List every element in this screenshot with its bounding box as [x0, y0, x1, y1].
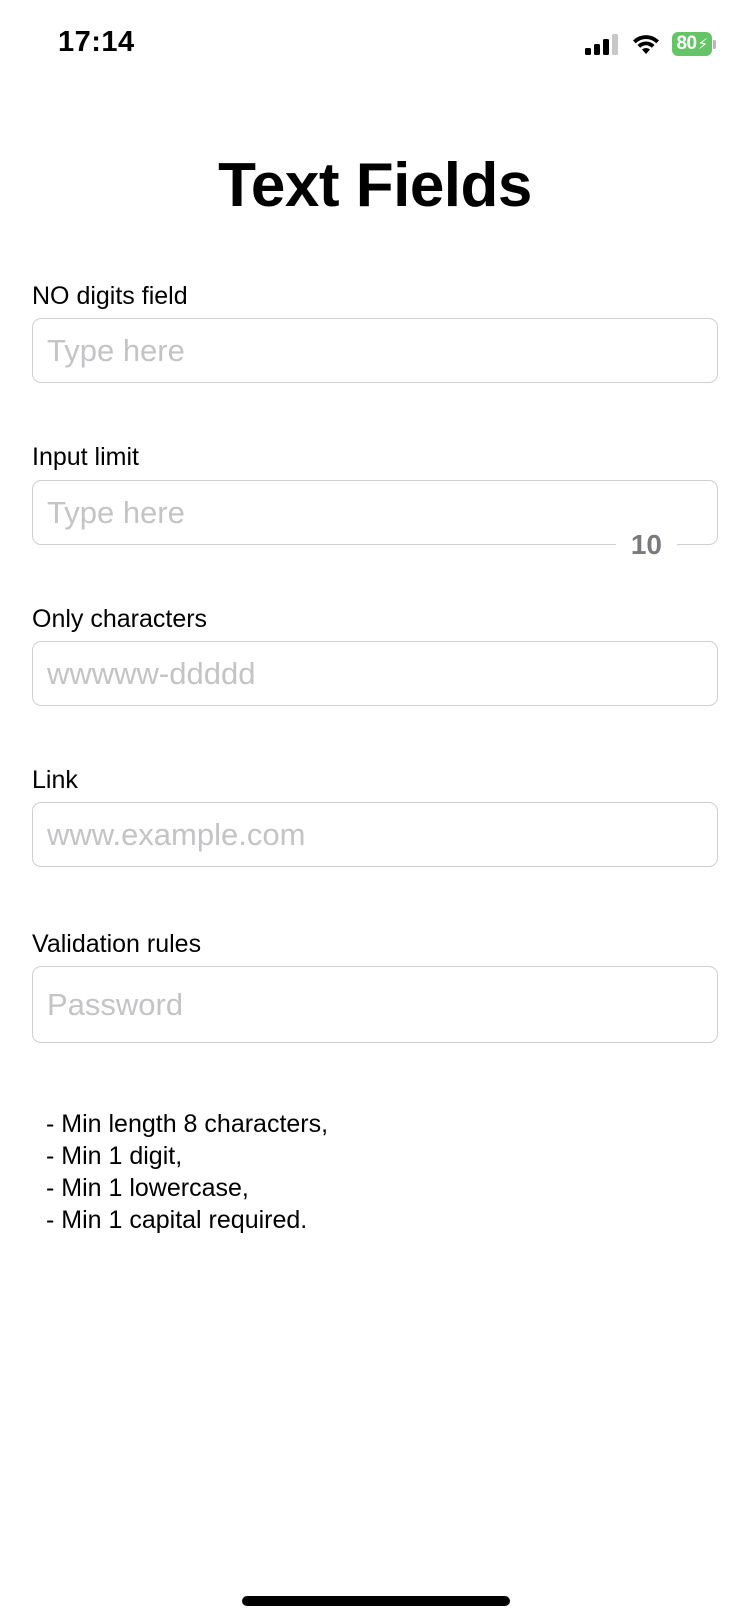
- input-limit-field[interactable]: 10: [32, 480, 718, 560]
- charging-bolt-icon: ⚡: [697, 36, 709, 53]
- password-input[interactable]: [33, 967, 717, 1042]
- rule-min-digit: - Min 1 digit,: [46, 1142, 183, 1170]
- input-limit-input[interactable]: [33, 481, 717, 544]
- status-bar: 17:14 80 ⚡: [0, 0, 750, 92]
- signal-icon: [585, 34, 618, 55]
- no-digits-field[interactable]: [32, 318, 718, 383]
- validation-rules-label: Validation rules: [32, 930, 202, 958]
- only-characters-label: Only characters: [32, 605, 208, 633]
- battery-cap: [713, 39, 716, 49]
- only-characters-field[interactable]: [32, 641, 718, 706]
- only-characters-input[interactable]: [33, 642, 717, 705]
- rule-min-lowercase: - Min 1 lowercase,: [46, 1174, 249, 1202]
- page-title: Text Fields: [218, 151, 532, 220]
- battery-icon: 80 ⚡: [672, 32, 716, 56]
- link-label: Link: [32, 766, 78, 794]
- rule-min-capital: - Min 1 capital required.: [46, 1206, 308, 1234]
- battery-level: 80 ⚡: [672, 32, 713, 56]
- status-icons: 80 ⚡: [584, 30, 716, 58]
- home-indicator[interactable]: [242, 1596, 510, 1606]
- no-digits-label: NO digits field: [32, 282, 188, 310]
- validation-rules-list: - Min length 8 characters, - Min 1 digit…: [46, 1108, 328, 1236]
- link-input[interactable]: [33, 803, 717, 866]
- battery-percent: 80: [676, 33, 697, 54]
- wifi-icon: [633, 35, 659, 54]
- password-field[interactable]: [32, 966, 718, 1043]
- link-field[interactable]: [32, 802, 718, 867]
- no-digits-input[interactable]: [33, 319, 717, 382]
- rule-min-length: - Min length 8 characters,: [46, 1110, 329, 1138]
- status-time: 17:14: [58, 26, 135, 58]
- character-counter: 10: [615, 530, 677, 560]
- input-limit-label: Input limit: [32, 443, 139, 471]
